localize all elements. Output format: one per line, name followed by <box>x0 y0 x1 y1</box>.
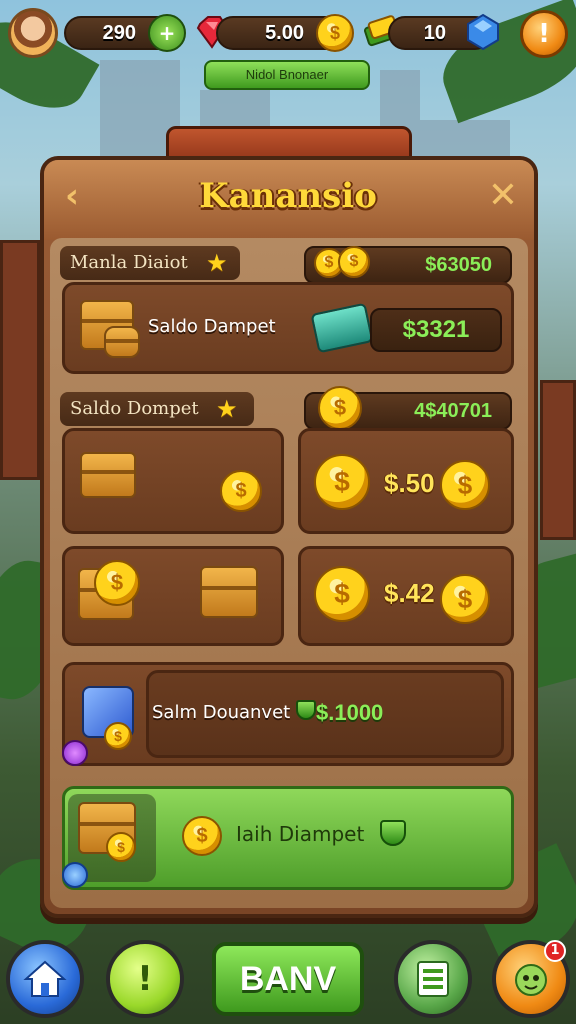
treasure-chest-icon <box>80 452 136 498</box>
notification-badge: 1 <box>544 940 566 962</box>
close-button[interactable]: ✕ <box>482 176 524 218</box>
section-2-amount-value: 4$40701 <box>414 400 492 422</box>
blue-gem-icon <box>464 12 502 52</box>
gold-bar-icon <box>104 326 140 358</box>
back-button[interactable]: ‹ <box>52 176 92 216</box>
bg-hut <box>540 380 576 540</box>
gold-coin-icon: $ <box>316 14 354 52</box>
blue-orb-icon <box>62 862 88 888</box>
green-shield-icon <box>380 820 406 846</box>
coin-icon: ! <box>137 959 153 999</box>
section-2-label: Saldo Dompet ★ <box>60 392 254 426</box>
coin-icon: $ <box>182 816 222 856</box>
shop-tile-4-price: $.42 <box>384 578 435 608</box>
top-hud: 290 + 5.00 $ 10 ! <box>0 6 576 58</box>
treasure-chest-icon <box>200 566 258 618</box>
section-1-label: Manla Diaiot ★ <box>60 246 240 280</box>
coin-icon: $ <box>314 566 370 622</box>
section-1-card-text: Saldo Dampet <box>148 316 276 337</box>
list-button[interactable] <box>394 940 472 1018</box>
coin-icon: $ <box>440 460 490 510</box>
coin-icon: $ <box>220 470 262 512</box>
home-icon <box>23 960 67 997</box>
section-1-amount-value: $63050 <box>425 254 492 276</box>
coin-icon: $ <box>104 722 132 750</box>
star-icon: ★ <box>216 395 238 423</box>
section-1-card-value: $3321 <box>370 308 502 352</box>
list-icon <box>417 961 449 997</box>
coin-icon: $ <box>338 246 370 278</box>
bank-button[interactable]: BANV <box>212 942 364 1016</box>
home-button[interactable] <box>6 940 84 1018</box>
star-icon: ★ <box>206 249 228 277</box>
alert-icon: ! <box>538 19 550 49</box>
resource-2-value: 5.00 <box>265 22 304 44</box>
plus-icon: + <box>158 21 176 45</box>
purple-gem-icon <box>62 740 88 766</box>
section-1-label-text: Manla Diaiot <box>70 252 188 273</box>
coin-shop-button[interactable]: ! <box>106 940 184 1018</box>
offer-row-1-text: Salm Douanvet <box>152 702 291 723</box>
alert-button[interactable]: ! <box>520 10 568 58</box>
green-shield-icon <box>296 700 316 720</box>
section-2-label-text: Saldo Dompet <box>70 398 199 419</box>
resource-1-value: 290 <box>102 22 136 44</box>
shop-tile-2-price: $.50 <box>384 468 435 498</box>
coin-icon: $ <box>318 386 362 430</box>
add-resource-button[interactable]: + <box>148 14 186 52</box>
offer-row-1-value: $.1000 <box>316 700 384 725</box>
coin-icon: $ <box>314 454 370 510</box>
player-avatar[interactable] <box>8 8 58 58</box>
resource-3-value: 10 <box>423 22 446 44</box>
offer-row-2-text: Iaih Diampet <box>236 822 365 846</box>
top-banner-button[interactable]: Nidol Bnonaer <box>204 60 370 90</box>
coin-icon: $ <box>94 560 140 606</box>
coin-icon: $ <box>106 832 136 862</box>
coin-icon: $ <box>440 574 490 624</box>
bg-hut <box>0 240 40 480</box>
character-face-icon <box>515 964 547 996</box>
